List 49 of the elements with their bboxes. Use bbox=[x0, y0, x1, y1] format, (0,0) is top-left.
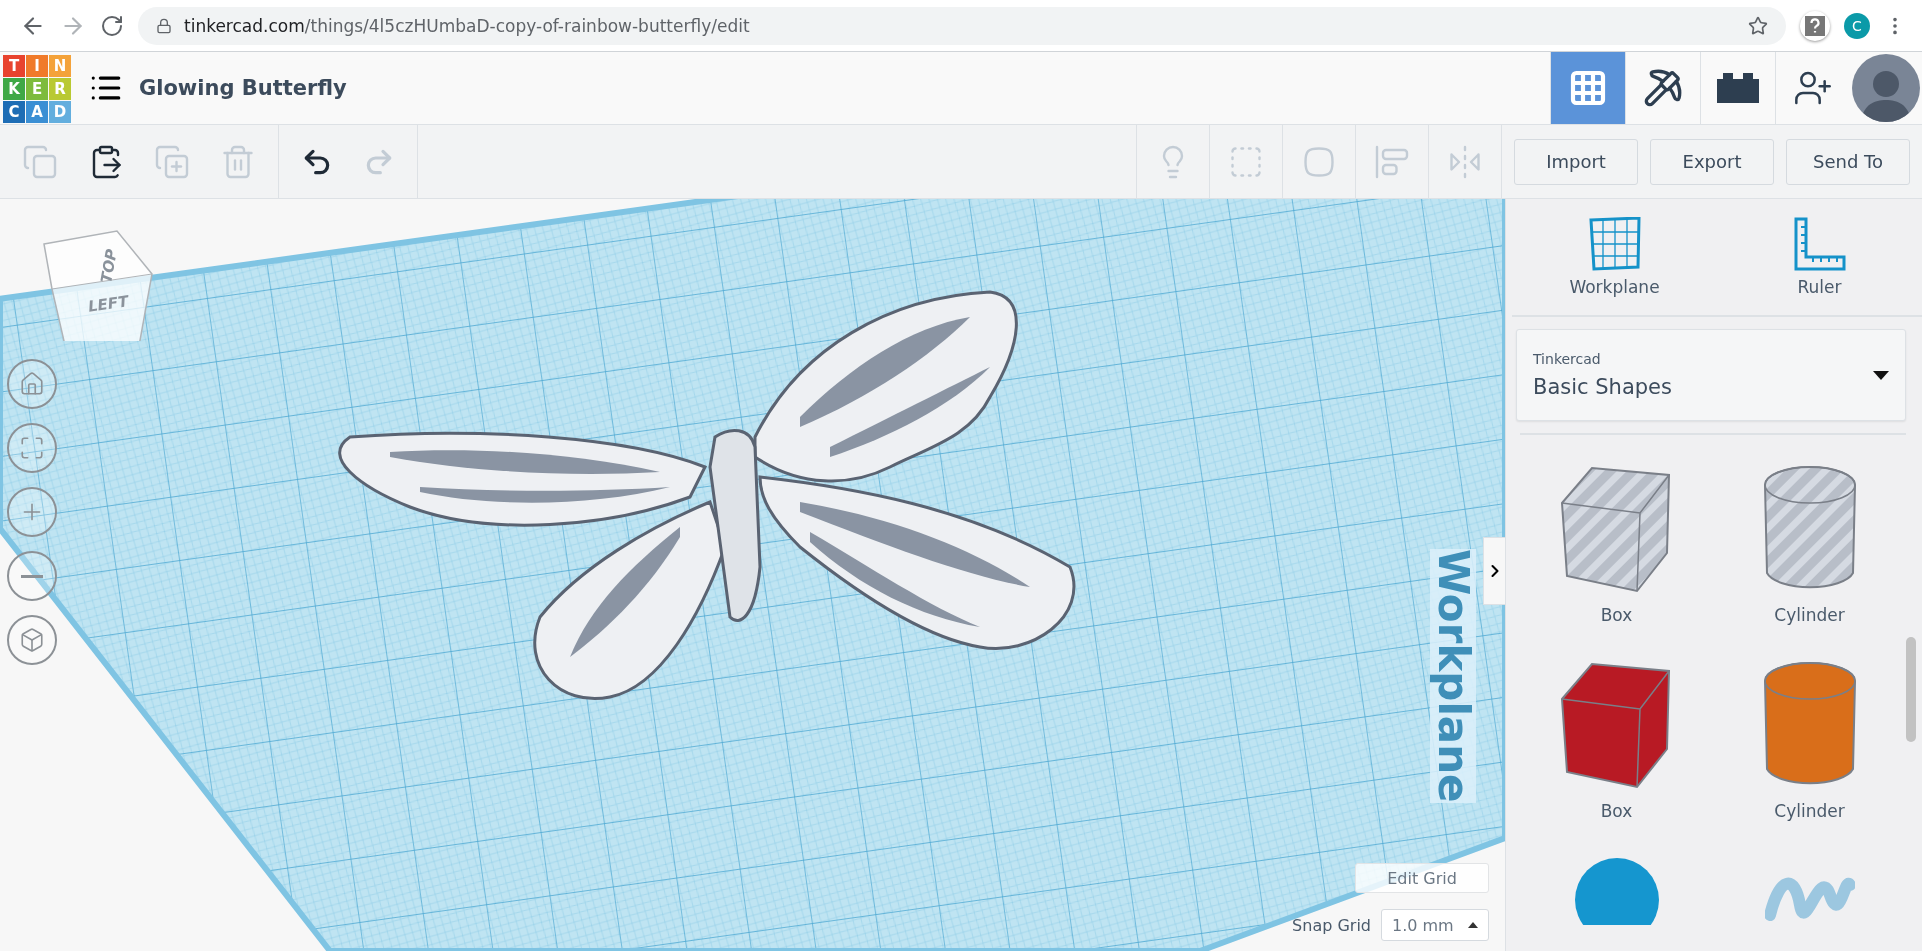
home-icon bbox=[19, 371, 45, 397]
dropdown-caret-icon bbox=[1873, 370, 1889, 380]
grid-icon bbox=[1568, 68, 1608, 108]
lock-icon bbox=[156, 17, 172, 34]
ruler-tool-button[interactable]: Ruler bbox=[1717, 199, 1922, 315]
snap-grid-select[interactable]: 1.0 mm bbox=[1381, 909, 1489, 941]
pickaxe-icon bbox=[1643, 68, 1683, 108]
perspective-button[interactable] bbox=[7, 615, 57, 665]
home-button[interactable] bbox=[7, 359, 57, 409]
mirror-icon bbox=[1447, 143, 1483, 180]
grid-plane-icon bbox=[1587, 217, 1642, 271]
design-title[interactable]: Glowing Butterfly bbox=[139, 76, 1550, 100]
action-button[interactable]: Import bbox=[1514, 138, 1638, 185]
reload-icon[interactable] bbox=[100, 13, 124, 38]
align-icon bbox=[1374, 143, 1410, 180]
logo[interactable]: T I N K E R C A D bbox=[3, 55, 71, 123]
shape-tile[interactable]: Box bbox=[1520, 659, 1713, 821]
shape-tile[interactable]: Cylinder bbox=[1713, 659, 1906, 821]
help-extension-icon[interactable] bbox=[1800, 10, 1830, 41]
perspective-icon bbox=[19, 627, 45, 653]
address-bar[interactable]: tinkercad.com/things/4l5czHUmbaD-copy-of-rainbow-butterfly/edit bbox=[138, 6, 1786, 45]
fit-view-icon bbox=[19, 435, 45, 461]
caret-icon bbox=[1468, 922, 1478, 928]
bookmark-star-icon[interactable] bbox=[1748, 15, 1768, 36]
snap-grid-label: Snap Grid bbox=[1292, 915, 1371, 935]
workplane-label: Workplane bbox=[1429, 549, 1476, 803]
delete-icon bbox=[220, 143, 256, 180]
view-cube-drawing[interactable] bbox=[42, 229, 154, 341]
fit-view-button[interactable] bbox=[7, 423, 57, 473]
shape-tile[interactable]: Box bbox=[1520, 463, 1713, 625]
duplicate-icon bbox=[154, 143, 190, 180]
workplane-tool-button[interactable]: Workplane bbox=[1512, 199, 1717, 315]
action-button[interactable]: Export bbox=[1650, 138, 1774, 185]
scrollbar[interactable] bbox=[1906, 637, 1916, 742]
zoom-in-button[interactable] bbox=[7, 487, 57, 537]
edit-grid-button[interactable]: Edit Grid bbox=[1355, 863, 1489, 893]
collapse-panel-button[interactable] bbox=[1483, 537, 1505, 605]
copy-icon bbox=[22, 143, 58, 180]
shape-tile[interactable]: Cylinder bbox=[1713, 463, 1906, 625]
zoom-out-button[interactable] bbox=[7, 551, 57, 601]
cube-top-label: TOP bbox=[97, 247, 121, 285]
ruler-icon bbox=[1792, 217, 1847, 271]
shape-library-dropdown[interactable]: Tinkercad Basic Shapes bbox=[1516, 329, 1906, 421]
profile-avatar[interactable]: C bbox=[1844, 12, 1870, 39]
zoom-out-icon bbox=[21, 574, 43, 578]
brick-icon bbox=[1717, 73, 1759, 103]
action-button[interactable]: Send To bbox=[1786, 138, 1910, 185]
cube-left-label: LEFT bbox=[86, 292, 130, 316]
url-text: tinkercad.com/things/4l5czHUmbaD-copy-of-rainbow-butterfly/edit bbox=[184, 15, 751, 36]
